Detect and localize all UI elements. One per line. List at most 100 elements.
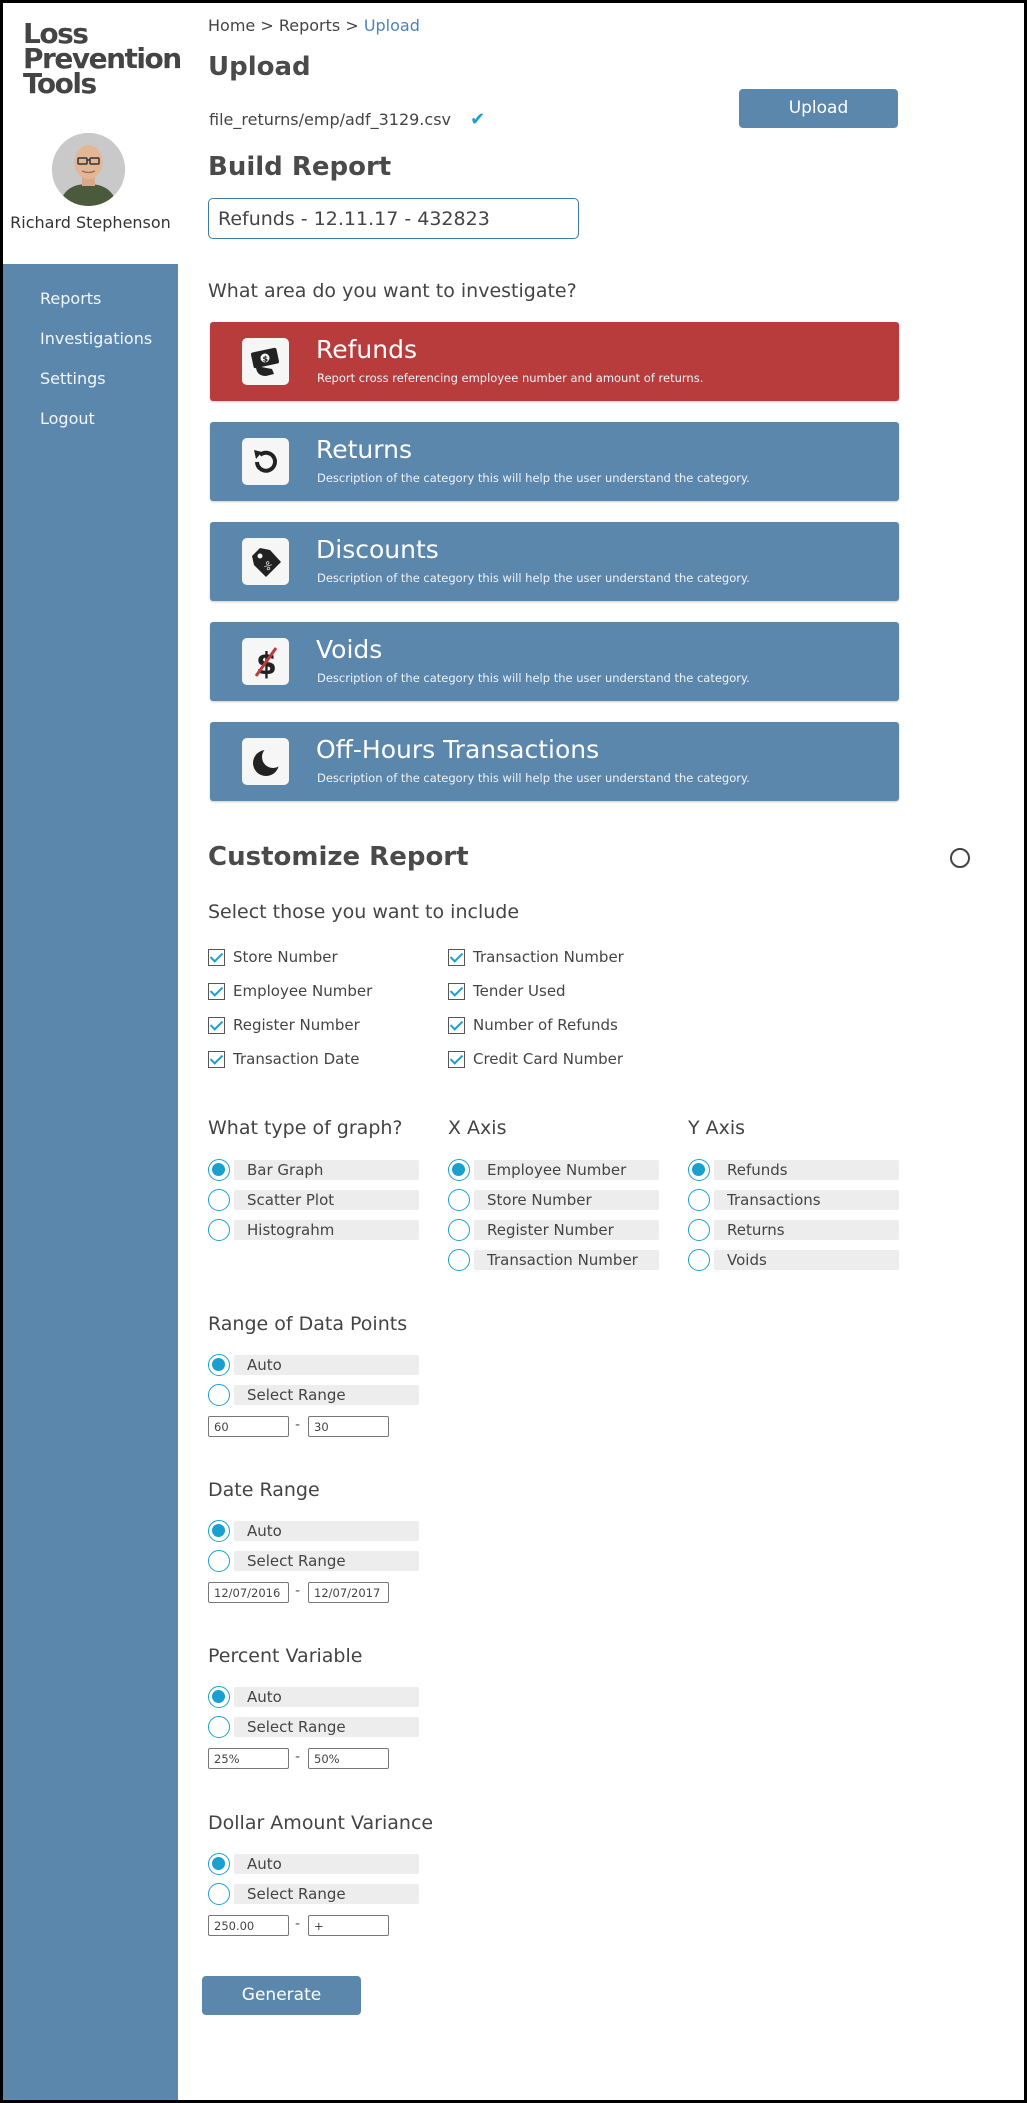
user-name: Richard Stephenson: [10, 213, 171, 232]
percent-variable-to[interactable]: 50%: [308, 1748, 389, 1769]
category-voids[interactable]: $ Voids Description of the category this…: [210, 622, 899, 701]
range-dash: -: [295, 1916, 301, 1932]
range-data-points-to[interactable]: 30: [308, 1416, 389, 1437]
date-range-select[interactable]: Select Range: [208, 1550, 419, 1572]
include-tender-used[interactable]: Tender Used: [448, 982, 566, 1000]
generate-button[interactable]: Generate: [202, 1976, 361, 2015]
sidebar-item-logout[interactable]: Logout: [40, 409, 95, 428]
include-transaction-number[interactable]: Transaction Number: [448, 948, 624, 966]
include-number-of-refunds[interactable]: Number of Refunds: [448, 1016, 618, 1034]
radio-label: Register Number: [474, 1220, 659, 1240]
user-photo-icon: [52, 133, 125, 206]
x-axis-employee-number[interactable]: Employee Number: [448, 1159, 659, 1181]
include-employee-number[interactable]: Employee Number: [208, 982, 372, 1000]
category-name: Discounts: [316, 535, 439, 564]
radio-selected-icon: [208, 1853, 230, 1875]
radio-icon: [688, 1249, 710, 1271]
radio-label: Auto: [234, 1521, 419, 1541]
y-axis-returns[interactable]: Returns: [688, 1219, 899, 1241]
category-off-hours[interactable]: Off-Hours Transactions Description of th…: [210, 722, 899, 801]
price-tag-icon: %: [242, 538, 289, 585]
void-dollar-icon: $: [242, 638, 289, 685]
range-data-points-from[interactable]: 60: [208, 1416, 289, 1437]
category-description: Description of the category this will he…: [317, 471, 750, 485]
radio-icon: [448, 1189, 470, 1211]
graph-type-label: What type of graph?: [208, 1117, 403, 1139]
breadcrumb: Home > Reports > Upload: [208, 16, 420, 35]
collapse-toggle-icon[interactable]: [950, 848, 970, 868]
date-range-auto[interactable]: Auto: [208, 1520, 419, 1542]
avatar: [52, 133, 125, 206]
checkbox-checked-icon: [208, 1016, 225, 1034]
dollar-variance-select[interactable]: Select Range: [208, 1883, 419, 1905]
radio-label: Voids: [714, 1250, 899, 1270]
include-credit-card-number[interactable]: Credit Card Number: [448, 1050, 623, 1068]
radio-label: Select Range: [234, 1385, 419, 1405]
y-axis-voids[interactable]: Voids: [688, 1249, 899, 1271]
include-store-number[interactable]: Store Number: [208, 948, 338, 966]
money-icon: $: [242, 338, 289, 385]
radio-label: Histograhm: [234, 1220, 419, 1240]
percent-variable-from[interactable]: 25%: [208, 1748, 289, 1769]
y-axis-label: Y Axis: [688, 1117, 746, 1139]
sidebar-item-investigations[interactable]: Investigations: [40, 329, 152, 348]
checkbox-label: Credit Card Number: [473, 1050, 623, 1068]
logo: Loss Prevention Tools: [23, 20, 182, 98]
percent-variable-auto[interactable]: Auto: [208, 1686, 419, 1708]
breadcrumb-reports[interactable]: Reports: [279, 16, 340, 35]
radio-label: Refunds: [714, 1160, 899, 1180]
dollar-variance-title: Dollar Amount Variance: [208, 1812, 434, 1834]
radio-label: Auto: [234, 1687, 419, 1707]
checkbox-checked-icon: [448, 1050, 465, 1068]
sidebar-item-settings[interactable]: Settings: [40, 369, 106, 388]
dollar-variance-auto[interactable]: Auto: [208, 1853, 419, 1875]
radio-label: Auto: [234, 1355, 419, 1375]
radio-label: Select Range: [234, 1551, 419, 1571]
include-prompt: Select those you want to include: [208, 901, 520, 923]
include-register-number[interactable]: Register Number: [208, 1016, 360, 1034]
report-name-input[interactable]: [208, 198, 579, 239]
x-axis-register-number[interactable]: Register Number: [448, 1219, 659, 1241]
dollar-variance-to[interactable]: +: [308, 1915, 389, 1936]
checkbox-checked-icon: [448, 1016, 465, 1034]
radio-icon: [448, 1219, 470, 1241]
date-range-to[interactable]: 12/07/2017: [308, 1582, 389, 1603]
category-discounts[interactable]: % Discounts Description of the category …: [210, 522, 899, 601]
x-axis-transaction-number[interactable]: Transaction Number: [448, 1249, 659, 1271]
breadcrumb-separator: >: [345, 16, 359, 35]
y-axis-refunds[interactable]: Refunds: [688, 1159, 899, 1181]
percent-variable-select[interactable]: Select Range: [208, 1716, 419, 1738]
range-data-points-auto[interactable]: Auto: [208, 1354, 419, 1376]
dollar-variance-from[interactable]: 250.00: [208, 1915, 289, 1936]
range-data-points-select[interactable]: Select Range: [208, 1384, 419, 1406]
uploaded-file: file_returns/emp/adf_3129.csv ✔: [209, 109, 485, 130]
category-refunds[interactable]: $ Refunds Report cross referencing emplo…: [210, 322, 899, 401]
radio-label: Returns: [714, 1220, 899, 1240]
upload-button[interactable]: Upload: [739, 89, 898, 128]
graph-type-histogram[interactable]: Histograhm: [208, 1219, 419, 1241]
file-path: file_returns/emp/adf_3129.csv: [209, 110, 451, 129]
area-question: What area do you want to investigate?: [208, 280, 577, 302]
breadcrumb-separator: >: [260, 16, 274, 35]
x-axis-store-number[interactable]: Store Number: [448, 1189, 659, 1211]
category-name: Returns: [316, 435, 412, 464]
radio-label: Select Range: [234, 1884, 419, 1904]
radio-selected-icon: [208, 1159, 230, 1181]
radio-selected-icon: [208, 1686, 230, 1708]
date-range-from[interactable]: 12/07/2016: [208, 1582, 289, 1603]
include-transaction-date[interactable]: Transaction Date: [208, 1050, 359, 1068]
upload-title: Upload: [208, 52, 311, 82]
moon-icon: [242, 738, 289, 785]
category-name: Voids: [316, 635, 383, 664]
category-returns[interactable]: Returns Description of the category this…: [210, 422, 899, 501]
radio-icon: [208, 1384, 230, 1406]
radio-selected-icon: [688, 1159, 710, 1181]
graph-type-scatter[interactable]: Scatter Plot: [208, 1189, 419, 1211]
breadcrumb-current: Upload: [363, 16, 420, 35]
graph-type-bar[interactable]: Bar Graph: [208, 1159, 419, 1181]
y-axis-transactions[interactable]: Transactions: [688, 1189, 899, 1211]
sidebar-item-reports[interactable]: Reports: [40, 289, 101, 308]
checkbox-label: Store Number: [233, 948, 338, 966]
radio-label: Transactions: [714, 1190, 899, 1210]
breadcrumb-home[interactable]: Home: [208, 16, 255, 35]
